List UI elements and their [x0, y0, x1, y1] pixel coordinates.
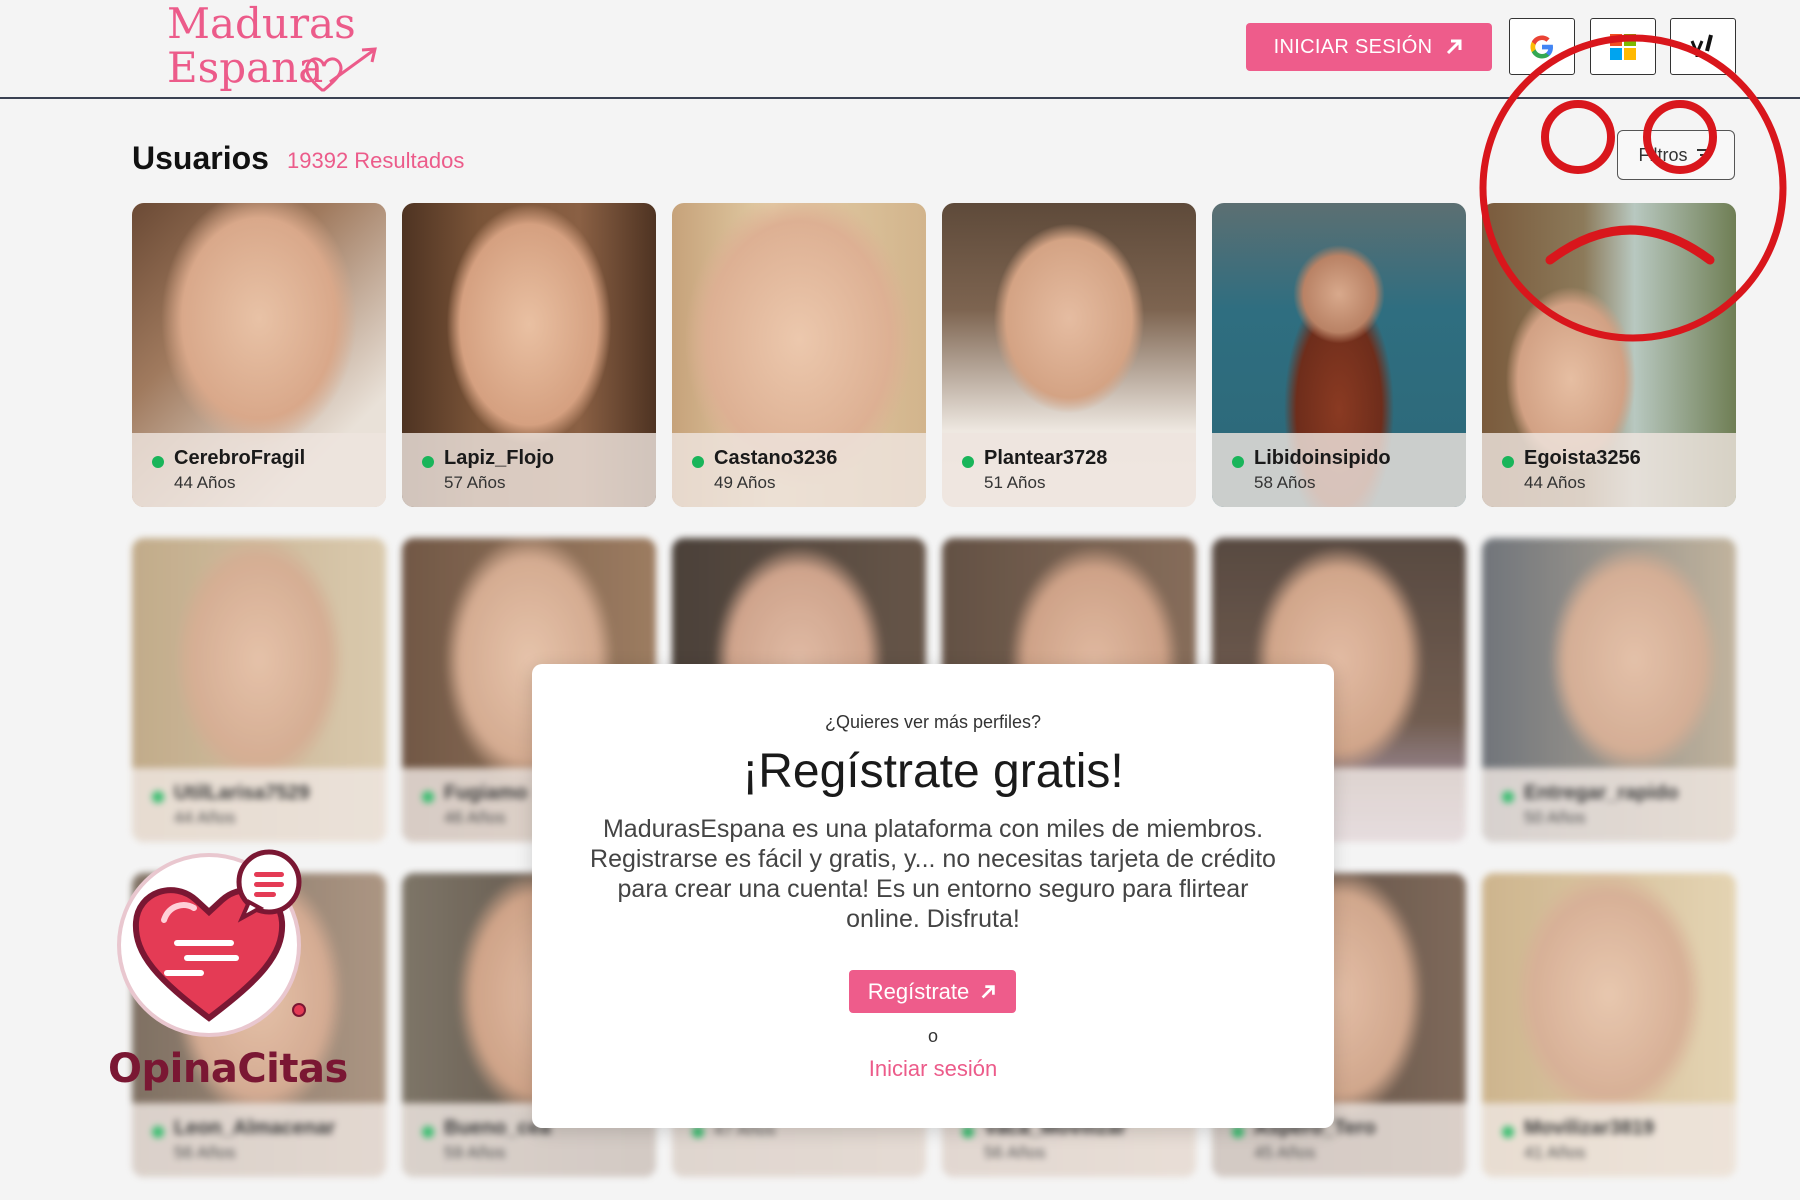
login-button[interactable]: INICIAR SESIÓN: [1246, 23, 1492, 71]
profile-username: CerebroFragil: [174, 447, 306, 469]
online-indicator: [1502, 456, 1514, 468]
profile-card[interactable]: Libidoinsipido 58 Años: [1212, 203, 1466, 507]
blurred-profile-card: Entregar_rapido 50 Años: [1482, 538, 1736, 842]
online-indicator: [422, 456, 434, 468]
profile-age: 56 Años: [174, 1143, 236, 1162]
profile-card[interactable]: CerebroFragil 44 Años: [132, 203, 386, 507]
profile-age: 44 Años: [1524, 473, 1586, 492]
login-button-label: INICIAR SESIÓN: [1273, 35, 1433, 58]
profile-username: Entregar_rapido: [1524, 782, 1679, 804]
profile-card[interactable]: Lapiz_Flojo 57 Años: [402, 203, 656, 507]
opinacitas-brand: OpinaCitas: [108, 1046, 348, 1092]
online-indicator: [1502, 1126, 1514, 1138]
arrow-up-right-icon: [981, 984, 995, 998]
site-logo[interactable]: Maduras Espana: [165, 2, 395, 94]
profile-info: UtilLarisa7529 44 Años: [132, 768, 386, 842]
profile-username: Leon_Almacenar: [174, 1117, 336, 1139]
modal-heading: ¡Regístrate gratis!: [742, 745, 1124, 798]
or-separator: o: [927, 1026, 938, 1046]
online-indicator: [152, 456, 164, 468]
profile-username: Movilizar3819: [1524, 1117, 1655, 1139]
opinacitas-watermark: OpinaCitas: [104, 840, 348, 1100]
online-indicator: [152, 791, 164, 803]
sad-face-annotation: [1479, 34, 1787, 342]
online-indicator: [692, 456, 704, 468]
register-button[interactable]: Regístrate: [849, 970, 1016, 1013]
register-modal: ¿Quieres ver más perfiles? ¡Regístrate g…: [532, 664, 1334, 1128]
profile-info: Movilizar3819 41 Años: [1482, 1103, 1736, 1177]
register-button-label: Regístrate: [867, 978, 970, 1004]
online-indicator: [1502, 791, 1514, 803]
profile-age: 59 Años: [444, 1143, 506, 1162]
profile-username: UtilLarisa7529: [174, 782, 310, 804]
profile-username: Castano3236: [714, 447, 838, 469]
login-link[interactable]: Iniciar sesión: [532, 1056, 1334, 1082]
profile-info: Egoista3256 44 Años: [1482, 433, 1736, 507]
profile-info: Leon_Almacenar 56 Años: [132, 1103, 386, 1177]
logo-line2: Espana: [167, 43, 324, 92]
profile-username: Plantear3728: [984, 447, 1108, 469]
online-indicator: [152, 1126, 164, 1138]
profile-info: Castano3236 49 Años: [672, 433, 926, 507]
profile-username: Egoista3256: [1524, 447, 1641, 469]
modal-question: ¿Quieres ver más perfiles?: [824, 712, 1042, 732]
arrow-up-right-icon: [1447, 39, 1462, 55]
profile-info: Plantear3728 51 Años: [942, 433, 1196, 507]
profile-age: 45 Años: [1254, 1143, 1316, 1162]
heart-arrow-icon: [305, 47, 377, 92]
users-heading: Usuarios: [132, 140, 269, 176]
profile-username: Libidoinsipido: [1254, 447, 1391, 469]
profile-info: Entregar_rapido 50 Años: [1482, 768, 1736, 842]
profile-card[interactable]: Castano3236 49 Años: [672, 203, 926, 507]
online-indicator: [962, 456, 974, 468]
profile-card[interactable]: Plantear3728 51 Años: [942, 203, 1196, 507]
profile-info: CerebroFragil 44 Años: [132, 433, 386, 507]
profile-age: 50 Años: [1524, 808, 1586, 827]
profile-age: 56 Años: [984, 1143, 1046, 1162]
profile-info: Lapiz_Flojo 57 Años: [402, 433, 656, 507]
blurred-profile-card: UtilLarisa7529 44 Años: [132, 538, 386, 842]
modal-description: MadurasEspana es una plataforma con mile…: [590, 815, 1276, 933]
logo-line1: Maduras: [167, 0, 356, 48]
online-indicator: [422, 791, 434, 803]
results-count: 19392 Resultados: [287, 148, 465, 173]
heart-chat-icon: [117, 849, 306, 1037]
profile-age: 49 Años: [714, 473, 776, 492]
profile-username: Lapiz_Flojo: [444, 447, 554, 469]
profile-age: 44 Años: [174, 808, 236, 827]
profile-age: 44 Años: [174, 473, 236, 492]
profile-info: Libidoinsipido 58 Años: [1212, 433, 1466, 507]
blurred-profile-card: Movilizar3819 41 Años: [1482, 873, 1736, 1177]
profile-age: 41 Años: [1524, 1143, 1586, 1162]
online-indicator: [1232, 456, 1244, 468]
profile-age: 51 Años: [984, 473, 1046, 492]
profile-age: 57 Años: [444, 473, 506, 492]
profile-age: 58 Años: [1254, 473, 1316, 492]
online-indicator: [422, 1126, 434, 1138]
